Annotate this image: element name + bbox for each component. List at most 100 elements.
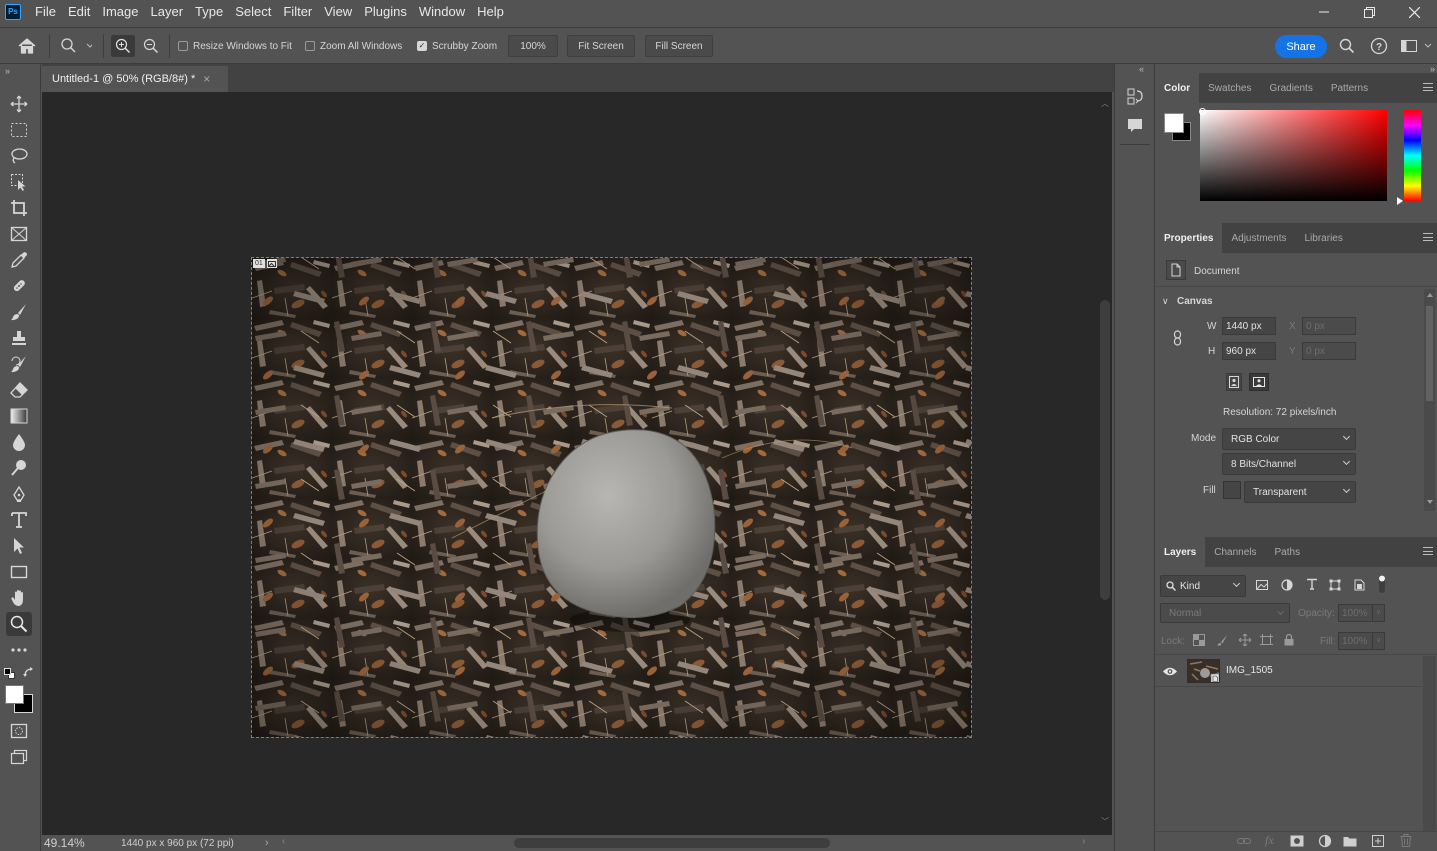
scrubby-zoom-checkbox[interactable]: ✓ Scrubby Zoom [417,28,497,64]
fx-icon[interactable]: fx [1265,833,1274,848]
fill-select[interactable]: Transparent [1244,481,1356,503]
brush-tool[interactable] [6,300,32,324]
fill-screen-button[interactable]: Fill Screen [645,35,713,57]
resize-windows-checkbox[interactable]: Resize Windows to Fit [178,28,292,64]
scroll-up-arrow-icon[interactable]: ︿ [1101,98,1109,109]
link-layers-button[interactable] [1237,836,1251,846]
rectangle-tool[interactable] [6,560,32,584]
fit-screen-button[interactable]: Fit Screen [567,35,635,57]
menu-image[interactable]: Image [96,0,144,24]
vertical-scroll-thumb[interactable] [1100,300,1110,600]
tab-patterns[interactable]: Patterns [1322,73,1377,103]
menu-edit[interactable]: Edit [62,0,96,24]
zoom-in-button[interactable] [111,35,135,57]
share-button[interactable]: Share [1275,35,1327,58]
tab-adjustments[interactable]: Adjustments [1222,223,1295,253]
menu-layer[interactable]: Layer [145,0,190,24]
filter-smart-objects-button[interactable] [1353,579,1365,591]
zoom-tool[interactable] [6,612,32,636]
path-selection-tool[interactable] [6,534,32,558]
hue-slider-handle[interactable] [1397,197,1403,205]
menu-type[interactable]: Type [189,0,229,24]
canvas-height-field[interactable]: 960 px [1222,342,1276,360]
tab-paths[interactable]: Paths [1266,537,1310,567]
search-button[interactable] [1339,28,1355,64]
color-picker-handle[interactable] [1199,108,1206,115]
tab-libraries[interactable]: Libraries [1296,223,1352,253]
scroll-up-arrow-icon[interactable] [1427,293,1433,297]
scroll-left-arrow-icon[interactable]: ‹ [282,836,285,847]
color-panel-menu-icon[interactable] [1423,83,1433,91]
document-image-img-1505[interactable] [251,257,972,738]
scroll-down-arrow-icon[interactable] [1427,500,1433,504]
tab-color[interactable]: Color [1155,73,1200,103]
help-button[interactable]: ? [1370,28,1388,64]
collapse-toolbar-icon[interactable]: » [5,66,10,76]
tab-swatches[interactable]: Swatches [1199,73,1260,103]
screen-mode-button[interactable] [6,745,32,769]
foreground-color-swatch[interactable] [5,685,24,704]
layer-name[interactable]: IMG_1505 [1226,665,1273,676]
dodge-tool[interactable] [6,456,32,480]
portrait-orientation-button[interactable] [1226,373,1242,391]
type-tool[interactable] [6,508,32,532]
zoom-all-windows-checkbox[interactable]: Zoom All Windows [305,28,402,64]
new-adjustment-layer-button[interactable] [1318,834,1332,848]
workspace-switcher[interactable] [1401,28,1431,64]
filter-pixel-layers-button[interactable] [1256,579,1268,591]
tab-properties[interactable]: Properties [1155,223,1223,253]
eyedropper-tool[interactable] [6,248,32,272]
document-tab[interactable]: Untitled-1 @ 50% (RGB/8#) * × [42,66,228,92]
healing-brush-tool[interactable] [6,274,32,298]
status-menu-arrow-icon[interactable]: › [265,837,269,849]
layers-scrollbar[interactable] [1423,656,1436,832]
zoom-level[interactable]: 49.14% [44,836,114,850]
layer-row[interactable]: IMG_1505 [1155,656,1423,687]
menu-file[interactable]: File [29,0,62,24]
add-mask-button[interactable] [1290,835,1304,847]
default-colors-button[interactable] [4,668,15,679]
tool-preset-picker[interactable] [60,28,92,64]
menu-plugins[interactable]: Plugins [358,0,413,24]
bit-depth-select[interactable]: 8 Bits/Channel [1222,453,1356,475]
filter-type-layers-button[interactable] [1306,578,1318,590]
new-group-button[interactable] [1343,835,1357,847]
layer-visibility-toggle[interactable] [1162,666,1178,677]
pen-tool[interactable] [6,482,32,506]
object-selection-tool[interactable] [6,170,32,194]
close-window-button[interactable] [1391,0,1437,24]
gradient-tool[interactable] [6,404,32,428]
quick-mask-button[interactable] [6,719,32,743]
minimize-button[interactable] [1301,0,1347,24]
edit-toolbar-button[interactable] [6,638,32,662]
link-dimensions-icon[interactable] [1173,330,1183,346]
delete-layer-button[interactable] [1400,834,1412,847]
comments-panel-button[interactable] [1127,118,1143,134]
tab-gradients[interactable]: Gradients [1260,73,1321,103]
horizontal-scroll-thumb[interactable] [514,838,830,848]
layer-filter-kind-select[interactable]: Kind [1160,575,1246,597]
panel-foreground-swatch[interactable] [1164,113,1184,133]
canvas-section-chevron-icon[interactable]: ∨ [1162,296,1169,307]
scroll-right-arrow-icon[interactable]: › [1082,836,1085,847]
crop-tool[interactable] [6,196,32,220]
landscape-orientation-button[interactable] [1249,373,1269,391]
filter-adjustment-layers-button[interactable] [1281,579,1293,591]
menu-help[interactable]: Help [471,0,510,24]
properties-panel-menu-icon[interactable] [1423,233,1433,241]
menu-select[interactable]: Select [229,0,277,24]
history-brush-tool[interactable] [6,352,32,376]
color-picker-field[interactable] [1200,110,1387,201]
tab-layers[interactable]: Layers [1155,537,1206,567]
new-layer-button[interactable] [1372,835,1384,847]
swap-colors-button[interactable] [23,667,35,679]
lasso-tool[interactable] [6,144,32,168]
home-button[interactable] [18,28,36,64]
properties-scroll-thumb[interactable] [1426,306,1433,401]
eraser-tool[interactable] [6,378,32,402]
menu-view[interactable]: View [318,0,358,24]
menu-filter[interactable]: Filter [277,0,318,24]
marquee-tool[interactable] [6,118,32,142]
filter-shape-layers-button[interactable] [1329,579,1341,591]
fill-color-swatch[interactable] [1223,481,1241,499]
